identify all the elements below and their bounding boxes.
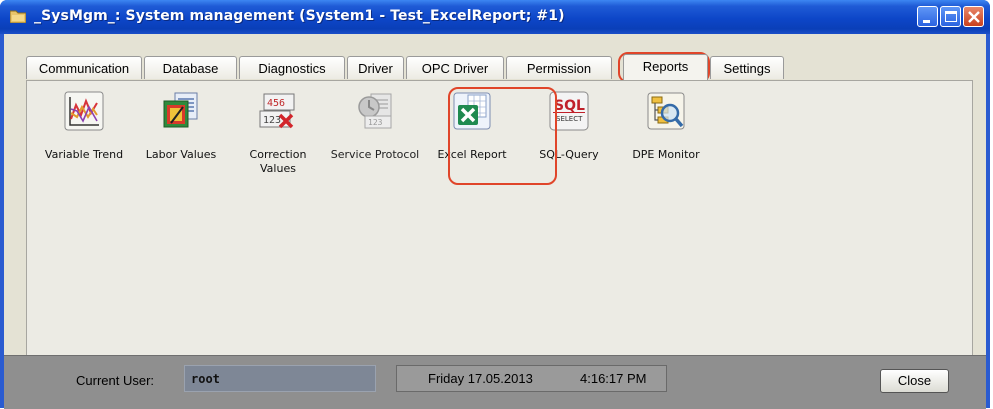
tab-diagnostics[interactable]: Diagnostics [239, 56, 345, 79]
report-label: Correction Values [249, 148, 307, 175]
sql-query-icon: SQL SELECT [549, 91, 589, 131]
minimize-icon [923, 20, 930, 23]
close-button[interactable]: Close [880, 369, 949, 393]
correction-values-icon: 456 123 [259, 93, 295, 129]
tab-driver[interactable]: Driver [347, 56, 404, 79]
tab-reports[interactable]: Reports [623, 54, 708, 80]
tab-permission[interactable]: Permission [506, 56, 612, 79]
title-bar[interactable]: _SysMgm_: System management (System1 - T… [0, 0, 990, 34]
maximize-button[interactable] [940, 6, 961, 27]
tab-settings[interactable]: Settings [710, 56, 784, 79]
svg-text:SELECT: SELECT [556, 115, 583, 123]
report-sql-query[interactable]: SQL SELECT SQL-Query [521, 91, 617, 162]
report-dpe-monitor[interactable]: DPE Monitor [618, 91, 714, 162]
labor-values-icon [163, 92, 198, 128]
time-text: 4:16:17 PM [580, 371, 647, 386]
svg-text:123: 123 [368, 118, 383, 127]
current-user-label: Current User: [76, 373, 155, 388]
service-protocol-icon: 123 [358, 93, 392, 129]
report-service-protocol[interactable]: 123 Service Protocol [327, 91, 423, 162]
report-variable-trend[interactable]: Variable Trend [36, 91, 132, 162]
report-labor-values[interactable]: Labor Values [133, 91, 229, 162]
report-excel-report[interactable]: Excel Report [424, 91, 520, 162]
system-management-window: _SysMgm_: System management (System1 - T… [0, 0, 990, 409]
tab-database[interactable]: Database [144, 56, 237, 79]
window-close-button[interactable] [963, 6, 984, 27]
dpe-monitor-icon [647, 92, 685, 130]
minimize-button[interactable] [917, 6, 938, 27]
report-label: Labor Values [145, 148, 217, 161]
maximize-icon [945, 11, 957, 22]
client-area: Communication Database Diagnostics Drive… [4, 34, 986, 408]
svg-text:SQL: SQL [554, 98, 585, 114]
variable-trend-icon [64, 91, 104, 131]
window-title: _SysMgm_: System management (System1 - T… [34, 8, 565, 24]
tab-communication[interactable]: Communication [26, 56, 142, 79]
report-label: Excel Report [437, 148, 507, 161]
excel-report-icon [453, 92, 491, 130]
date-text: Friday 17.05.2013 [428, 371, 533, 386]
close-icon [968, 11, 980, 23]
svg-text:123: 123 [263, 115, 281, 126]
report-label: DPE Monitor [632, 148, 700, 161]
reports-panel: Variable Trend Labor Values 456 123 Corr… [26, 80, 973, 359]
current-user-field: root [184, 365, 376, 392]
svg-text:456: 456 [267, 98, 285, 109]
status-bar: Current User: root Friday 17.05.2013 4:1… [4, 355, 986, 409]
report-label: Variable Trend [44, 148, 124, 161]
date-time-display: Friday 17.05.2013 4:16:17 PM [396, 365, 667, 392]
report-correction-values[interactable]: 456 123 Correction Values [230, 91, 326, 176]
folder-app-icon [10, 10, 26, 23]
tab-opc-driver[interactable]: OPC Driver [406, 56, 504, 79]
report-label: SQL-Query [539, 148, 599, 161]
report-label: Service Protocol [330, 148, 420, 161]
